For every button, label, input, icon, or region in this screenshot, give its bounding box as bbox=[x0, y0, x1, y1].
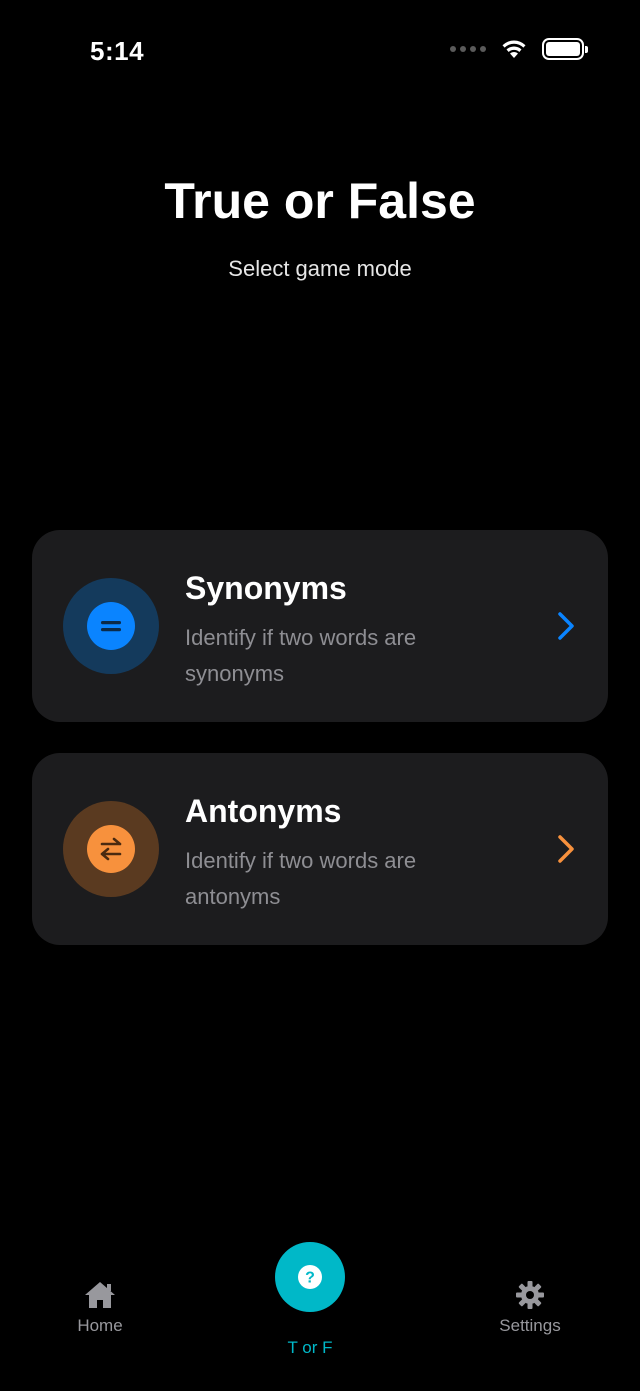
status-time: 5:14 bbox=[90, 36, 145, 66]
tab-settings[interactable]: Settings bbox=[470, 1280, 590, 1336]
tab-bar: Home ? T or F Settings bbox=[0, 1240, 640, 1391]
question-circle-icon: ? bbox=[298, 1265, 322, 1289]
cellular-signal-icon bbox=[450, 46, 486, 52]
antonyms-icon-badge bbox=[63, 801, 159, 897]
center-tab-button[interactable]: ? bbox=[275, 1242, 345, 1312]
synonyms-title: Synonyms bbox=[185, 570, 347, 606]
page-subtitle: Select game mode bbox=[228, 256, 412, 281]
home-icon bbox=[85, 1282, 115, 1308]
synonyms-description: Identify if two words are synonyms bbox=[185, 625, 417, 686]
tab-true-or-false[interactable]: ? T or F bbox=[260, 1242, 360, 1358]
wifi-icon bbox=[502, 40, 526, 58]
equals-icon bbox=[87, 602, 135, 650]
tab-settings-label: Settings bbox=[499, 1316, 561, 1335]
chevron-right-icon bbox=[558, 612, 574, 640]
gear-icon bbox=[516, 1281, 544, 1309]
swap-arrows-icon bbox=[87, 825, 135, 873]
tab-true-or-false-label: T or F bbox=[287, 1338, 333, 1357]
tab-home-label: Home bbox=[77, 1316, 123, 1335]
tab-home[interactable]: Home bbox=[50, 1280, 150, 1336]
battery-icon bbox=[542, 38, 588, 60]
page-title: True or False bbox=[164, 173, 476, 229]
status-icons bbox=[450, 38, 588, 60]
chevron-right-icon bbox=[558, 835, 574, 863]
antonyms-mode-card[interactable]: Antonyms Identify if two words are anton… bbox=[32, 753, 608, 945]
antonyms-description: Identify if two words are antonyms bbox=[185, 848, 417, 909]
synonyms-icon-badge bbox=[63, 578, 159, 674]
svg-text:?: ? bbox=[305, 1270, 315, 1287]
antonyms-title: Antonyms bbox=[185, 793, 342, 829]
screen: 5:14 True or False Select game mode Syno… bbox=[0, 0, 640, 1391]
synonyms-mode-card[interactable]: Synonyms Identify if two words are synon… bbox=[32, 530, 608, 722]
